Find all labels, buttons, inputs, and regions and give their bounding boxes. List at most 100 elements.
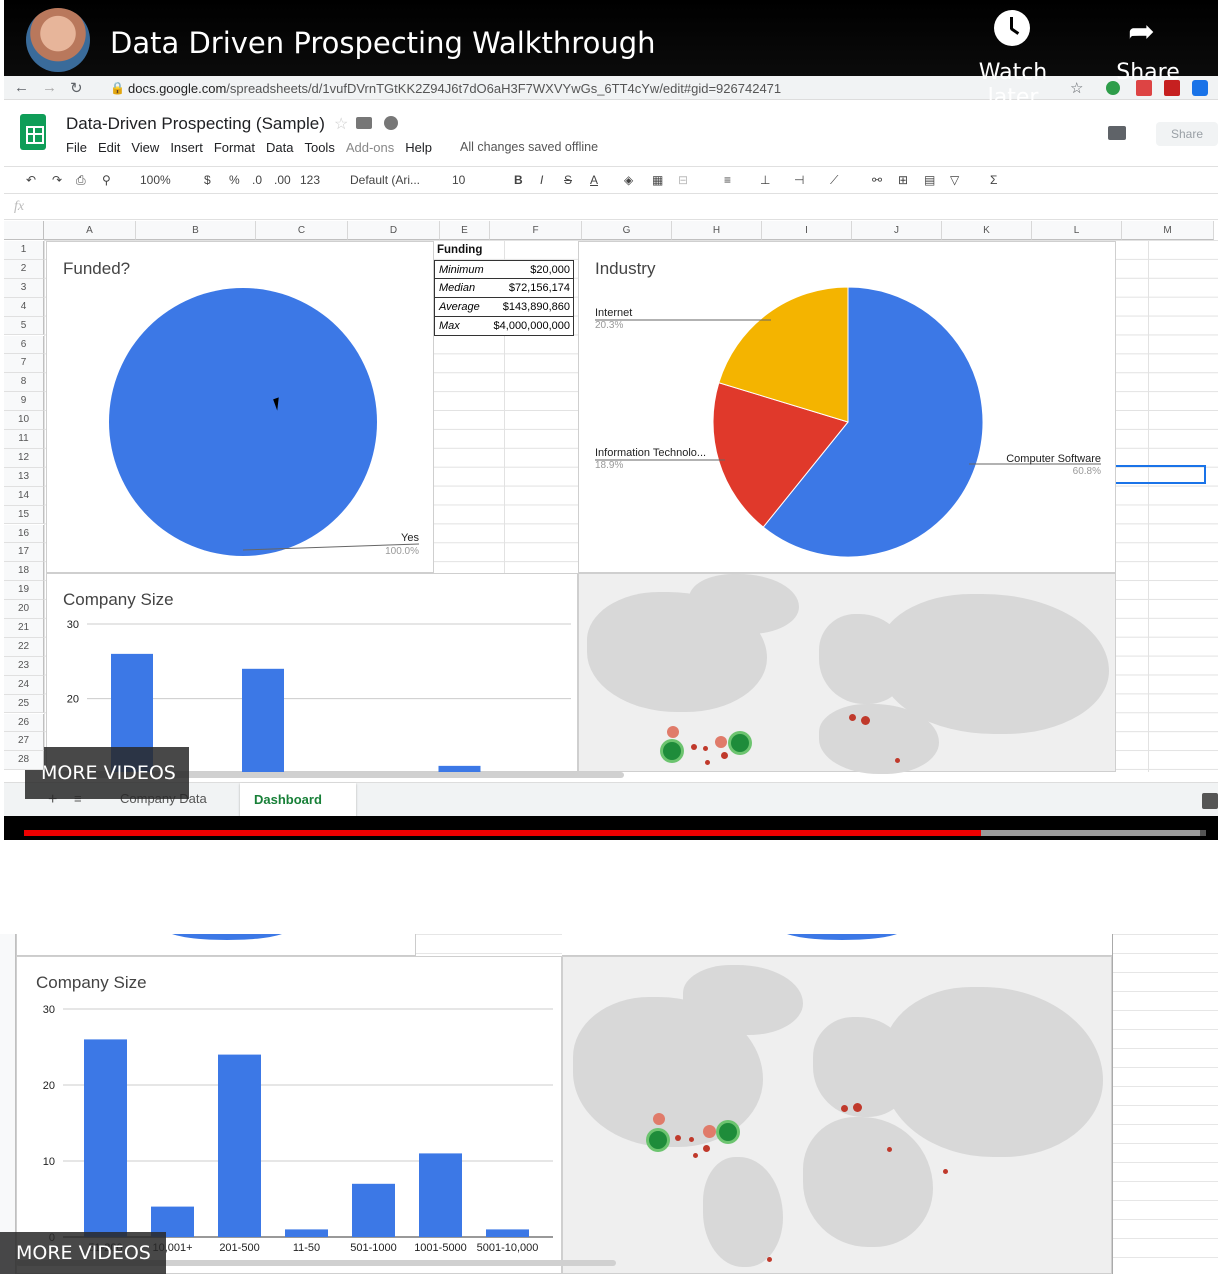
column-header[interactable]: K <box>942 221 1032 240</box>
column-header[interactable]: A <box>44 221 136 240</box>
industry-pie-chart[interactable]: Industry Computer Software 60.8% Informati… <box>578 241 1116 573</box>
funding-row[interactable]: Average $143,890,860 <box>434 298 574 317</box>
map-marker[interactable] <box>693 1153 698 1158</box>
row-header[interactable]: 1 <box>4 241 44 260</box>
video-title[interactable]: Data Driven Prospecting Walkthrough <box>110 26 656 60</box>
decrease-decimal-button[interactable]: .0 <box>252 173 262 187</box>
map-marker[interactable] <box>703 1125 716 1138</box>
share-arrow-icon[interactable]: ➦ <box>1128 12 1155 50</box>
map-marker[interactable] <box>689 1137 694 1142</box>
undo-icon[interactable]: ↶ <box>26 173 36 187</box>
paint-format-icon[interactable]: ⚲ <box>102 173 111 187</box>
bold-button[interactable]: B <box>514 173 523 187</box>
document-title[interactable]: Data-Driven Prospecting (Sample) <box>66 114 325 134</box>
row-header[interactable]: 4 <box>4 297 44 317</box>
row-header[interactable]: 17 <box>4 543 44 563</box>
column-header[interactable]: F <box>490 221 582 240</box>
insert-comment-icon[interactable]: ⊞ <box>898 173 908 187</box>
font-select[interactable]: Default (Ari... <box>350 173 420 187</box>
row-header[interactable]: 15 <box>4 505 44 525</box>
row-header[interactable]: 16 <box>4 524 44 544</box>
menu-help[interactable]: Help <box>405 140 432 155</box>
text-color-button[interactable]: A <box>590 173 598 187</box>
map-marker[interactable] <box>895 758 900 763</box>
bar[interactable] <box>352 1183 395 1237</box>
row-header[interactable]: 22 <box>4 637 44 657</box>
map-marker[interactable] <box>849 714 856 721</box>
row-header[interactable]: 21 <box>4 619 44 638</box>
map-marker[interactable] <box>667 726 679 738</box>
zoom-select[interactable]: 100% <box>140 173 171 187</box>
clock-icon[interactable] <box>994 10 1030 46</box>
progress-played[interactable] <box>24 830 982 836</box>
filter-icon[interactable]: ▽ <box>950 173 959 187</box>
bar[interactable] <box>486 1229 529 1237</box>
map-marker[interactable] <box>767 1257 772 1262</box>
menu-addons[interactable]: Add-ons <box>346 140 394 155</box>
star-icon[interactable]: ☆ <box>334 114 348 134</box>
redo-icon[interactable]: ↷ <box>52 173 62 187</box>
map-marker[interactable] <box>663 742 681 760</box>
column-header[interactable]: C <box>256 221 348 240</box>
map-marker[interactable] <box>841 1105 848 1112</box>
reload-icon[interactable]: ↻ <box>70 79 83 97</box>
map-marker[interactable] <box>715 736 727 748</box>
row-header[interactable]: 6 <box>4 335 44 355</box>
print-icon[interactable]: ⎙ <box>76 173 86 188</box>
explore-icon[interactable] <box>1202 793 1218 809</box>
row-header[interactable]: 18 <box>4 562 44 582</box>
row-header[interactable]: 2 <box>4 259 44 279</box>
row-header[interactable]: 25 <box>4 694 44 714</box>
map-marker[interactable] <box>649 1131 667 1149</box>
increase-decimal-button[interactable]: .00 <box>274 173 291 187</box>
sheet-tab-dashboard[interactable]: Dashboard <box>254 792 322 807</box>
share-button[interactable]: Share <box>1110 60 1186 85</box>
map-marker[interactable] <box>719 1123 737 1141</box>
bar[interactable] <box>218 1054 261 1237</box>
text-rotate-icon[interactable]: ⟋ <box>830 173 838 188</box>
column-header[interactable]: J <box>852 221 942 240</box>
map-marker[interactable] <box>691 744 697 750</box>
back-icon[interactable]: ← <box>14 79 29 96</box>
video-frame-bottom[interactable]: Company Size 010203051-20010,001+201-500… <box>0 934 1218 1274</box>
row-header[interactable]: 28 <box>4 751 44 771</box>
row-header[interactable]: 23 <box>4 656 44 676</box>
row-header[interactable]: 5 <box>4 316 44 336</box>
comments-icon[interactable] <box>1108 126 1126 140</box>
column-header[interactable]: D <box>348 221 440 240</box>
insert-chart-icon[interactable]: ▤ <box>924 173 935 187</box>
row-header[interactable]: 3 <box>4 278 44 298</box>
funding-row[interactable]: Max $4,000,000,000 <box>434 317 574 336</box>
menu-insert[interactable]: Insert <box>170 140 203 155</box>
fill-color-icon[interactable]: ◈ <box>624 173 633 187</box>
select-all-corner[interactable] <box>4 221 44 240</box>
row-header[interactable]: 27 <box>4 732 44 752</box>
map-marker[interactable] <box>703 746 708 751</box>
column-header[interactable]: H <box>672 221 762 240</box>
world-map-chart-zoomed[interactable] <box>562 956 1112 1274</box>
row-header[interactable]: 10 <box>4 411 44 430</box>
formula-bar[interactable]: fx <box>4 196 1218 220</box>
row-header[interactable]: 20 <box>4 600 44 619</box>
bar[interactable] <box>242 668 284 773</box>
font-size-select[interactable]: 10 <box>452 173 465 187</box>
video-frame-top[interactable]: ← → ↻ 🔒 docs.google.com/spreadsheets/d/1… <box>4 0 1218 840</box>
column-header[interactable]: G <box>582 221 672 240</box>
sheets-share-button[interactable]: Share <box>1156 122 1218 146</box>
column-header[interactable]: E <box>440 221 490 240</box>
funding-row[interactable]: Minimum $20,000 <box>434 260 574 279</box>
row-header[interactable]: 12 <box>4 448 44 468</box>
row-header[interactable]: 24 <box>4 675 44 695</box>
folder-icon[interactable] <box>356 117 372 129</box>
row-header[interactable]: 19 <box>4 581 44 601</box>
bar[interactable] <box>285 1229 328 1237</box>
column-header[interactable]: L <box>1032 221 1122 240</box>
url-text[interactable]: docs.google.com/spreadsheets/d/1vufDVrnT… <box>128 81 781 96</box>
menu-format[interactable]: Format <box>214 140 255 155</box>
sheet-tab-dashboard-bg[interactable]: Dashboard <box>240 783 356 817</box>
map-marker[interactable] <box>731 734 749 752</box>
italic-button[interactable]: I <box>540 173 543 187</box>
funding-row[interactable]: Median $72,156,174 <box>434 279 574 298</box>
column-header[interactable]: I <box>762 221 852 240</box>
sheets-logo-icon[interactable] <box>20 114 46 150</box>
